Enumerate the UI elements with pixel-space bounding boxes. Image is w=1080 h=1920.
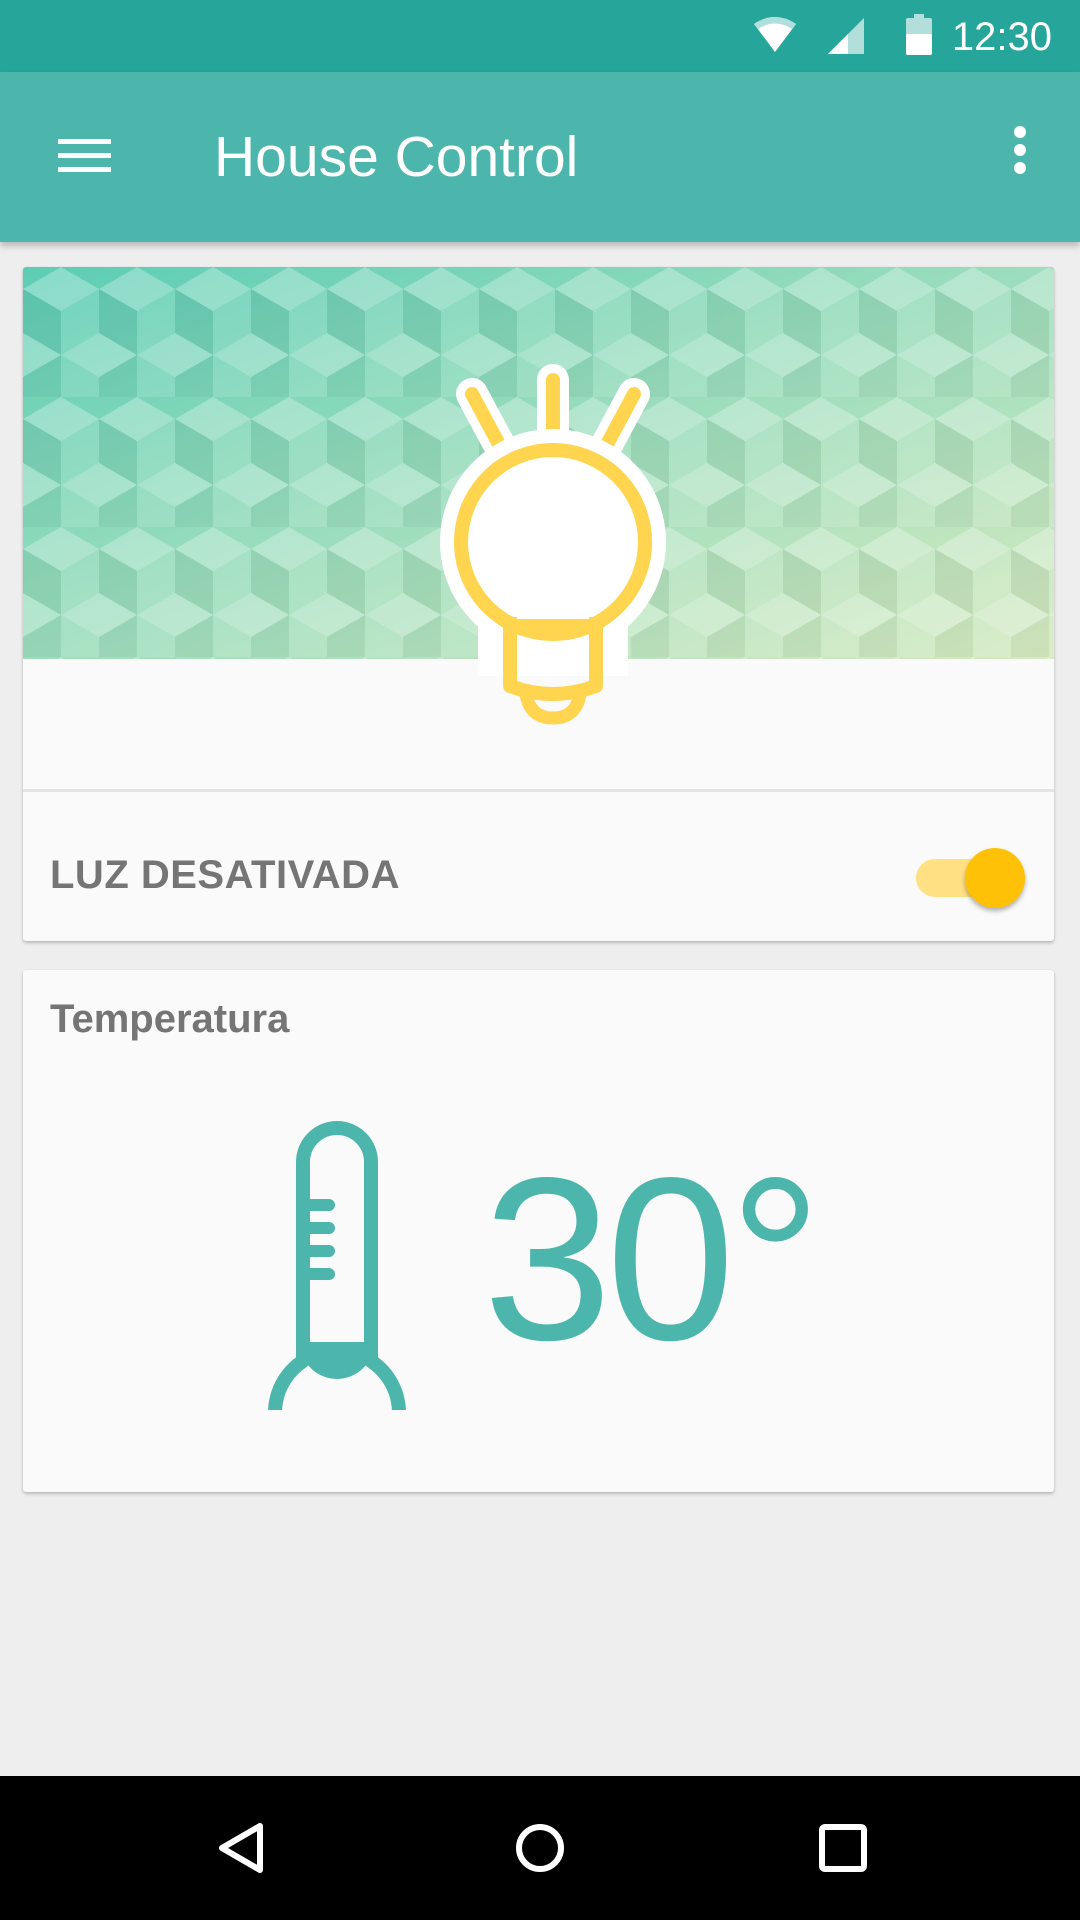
cellular-signal-icon <box>828 18 864 54</box>
status-time: 12:30 <box>951 15 1052 59</box>
home-icon[interactable] <box>490 1798 590 1898</box>
light-status-label: LUZ DESATIVADA <box>50 853 400 897</box>
back-icon[interactable] <box>190 1798 290 1898</box>
navigation-bar <box>0 1776 1080 1920</box>
light-toggle-switch[interactable] <box>891 834 1025 914</box>
recents-icon[interactable] <box>792 1798 892 1898</box>
temperature-title: Temperatura <box>50 997 290 1041</box>
status-bar: 12:30 <box>0 0 1080 72</box>
temperature-value: 30° <box>483 1130 822 1389</box>
thermometer-icon <box>268 1121 406 1410</box>
switch-thumb <box>965 848 1025 908</box>
app-bar: House Control <box>0 72 1080 242</box>
more-vertical-icon[interactable] <box>990 116 1050 196</box>
battery-icon <box>906 14 932 55</box>
app-title: House Control <box>214 125 579 189</box>
wifi-icon <box>754 17 796 52</box>
card-divider <box>23 789 1054 792</box>
light-bulb-icon <box>440 364 666 725</box>
temperature-card: Temperatura 30° <box>23 970 1054 1492</box>
light-card: LUZ DESATIVADA <box>23 267 1054 941</box>
hamburger-menu-icon[interactable] <box>44 120 116 192</box>
